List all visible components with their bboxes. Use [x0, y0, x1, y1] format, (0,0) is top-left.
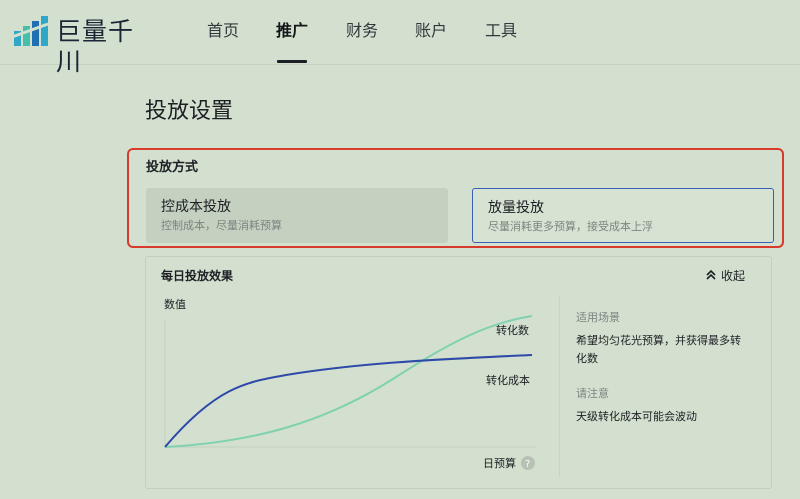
series-line-conversion-cost	[164, 354, 533, 448]
mode-option-description: 尽量消耗更多预算，接受成本上浮	[488, 220, 653, 233]
delivery-mode-section: 投放方式 控成本投放 控制成本，尽量消耗预算 放量投放 尽量消耗更多预算，接受成…	[127, 148, 784, 248]
nav-item-home[interactable]: 首页	[207, 20, 239, 42]
delivery-mode-label: 投放方式	[146, 160, 199, 175]
brand-name: 巨量千川	[56, 17, 135, 76]
notice-text: 天级转化成本可能会波动	[576, 410, 697, 423]
notice-label: 请注意	[576, 387, 609, 400]
scenario-label: 适用场景	[576, 311, 620, 324]
chevron-double-up-icon	[706, 269, 716, 280]
logo-icon	[12, 16, 49, 46]
question-circle-icon: ?	[521, 456, 535, 470]
effect-chart: 数值 转化数 转化成本 日预算 ?	[164, 298, 536, 470]
top-navigation-bar: 巨量千川 首页 推广 财务 账户 工具	[0, 0, 800, 76]
x-axis-label: 日预算	[483, 456, 516, 470]
mode-option-title: 控成本投放	[161, 199, 231, 215]
nav-item-promotion[interactable]: 推广	[276, 20, 308, 42]
active-tab-indicator	[277, 60, 307, 63]
nav-item-finance[interactable]: 财务	[346, 20, 378, 42]
nav-item-tools[interactable]: 工具	[485, 20, 517, 42]
notice-block: 请注意 天级转化成本可能会波动	[576, 385, 766, 426]
scenario-text: 希望均匀花光预算，并获得最多转化数	[576, 334, 741, 365]
nav-item-account[interactable]: 账户	[415, 20, 447, 42]
series-label-conversions: 转化数	[496, 323, 529, 337]
mode-option-cost-control[interactable]: 控成本投放 控制成本，尽量消耗预算	[146, 188, 448, 243]
y-axis-label: 数值	[164, 298, 186, 311]
mode-option-description: 控制成本，尽量消耗预算	[161, 219, 282, 232]
scenario-block: 适用场景 希望均匀花光预算，并获得最多转化数	[576, 309, 766, 368]
svg-text:?: ?	[525, 459, 530, 470]
series-label-conversion-cost: 转化成本	[486, 373, 530, 387]
daily-effect-panel: 每日投放效果 收起 数值 转化数 转化成本 日预算 ? 适用场景 希望均匀花光预…	[145, 256, 772, 489]
mode-option-max-delivery[interactable]: 放量投放 尽量消耗更多预算，接受成本上浮	[472, 188, 774, 243]
brand-logo[interactable]: 巨量千川	[12, 16, 152, 76]
collapse-button[interactable]: 收起	[705, 266, 745, 286]
panel-divider	[559, 295, 560, 477]
series-line-conversions	[164, 315, 533, 448]
collapse-label: 收起	[720, 269, 745, 283]
mode-option-title: 放量投放	[488, 200, 544, 216]
page-title: 投放设置	[145, 99, 234, 124]
